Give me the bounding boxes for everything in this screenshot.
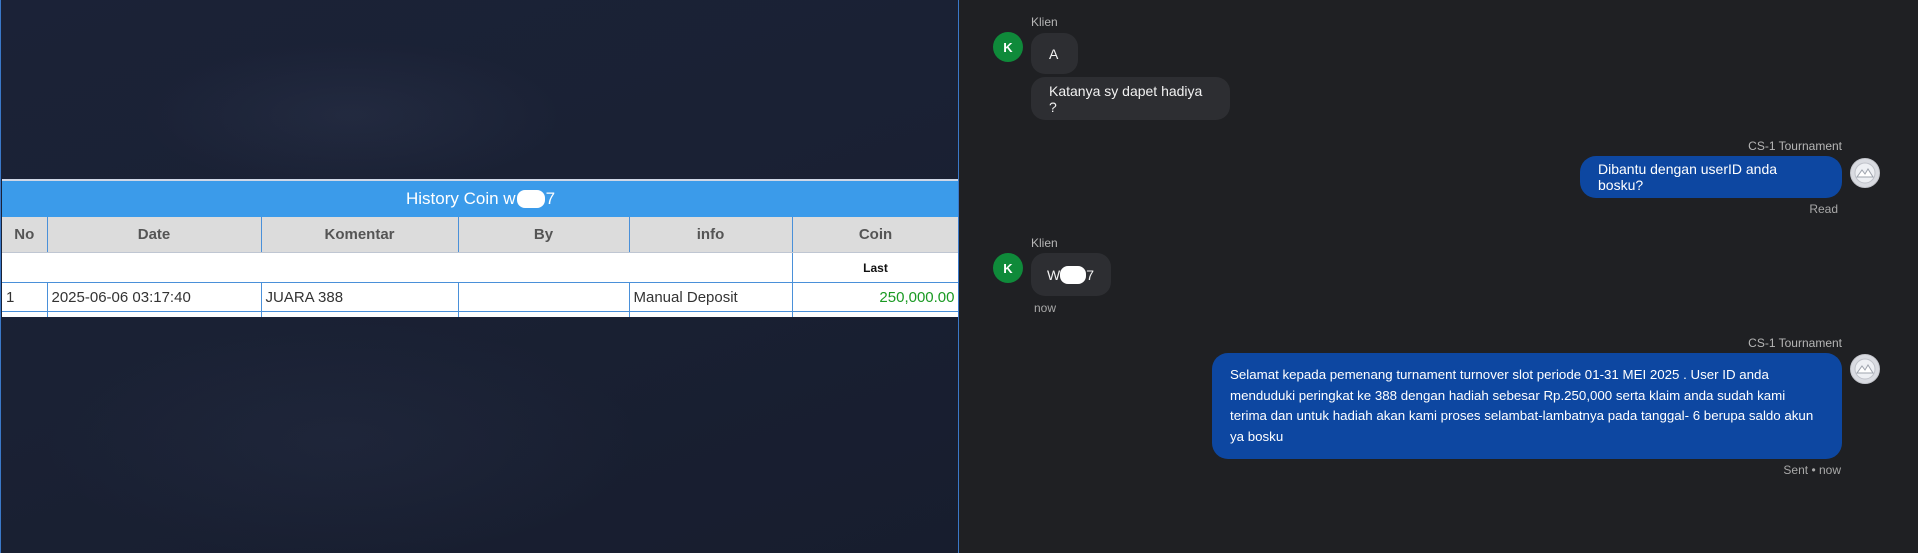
message-status: Read — [1809, 202, 1838, 216]
table-row[interactable]: 1 2025-06-06 03:17:40 JUARA 388 Manual D… — [2, 282, 958, 312]
client-sender-name: Klien — [1031, 15, 1058, 29]
table-row-partial — [2, 311, 958, 317]
chat-message-agent[interactable]: Dibantu dengan userID anda bosku? — [1580, 156, 1842, 198]
client-avatar: K — [993, 253, 1023, 283]
mountain-avatar-icon — [1854, 358, 1876, 380]
redaction-mark — [1060, 265, 1087, 284]
agent-sender-name: CS-1 Tournament — [1748, 336, 1842, 350]
column-header-date[interactable]: Date — [47, 217, 262, 253]
row-date: 2025-06-06 03:17:40 — [47, 282, 262, 312]
history-coin-title-prefix: History Coin w — [405, 189, 516, 208]
background-decoration — [41, 320, 641, 553]
row-komentar: JUARA 388 — [261, 282, 459, 312]
agent-avatar — [1850, 354, 1880, 384]
row-info: Manual Deposit — [629, 282, 793, 312]
message-status: Sent • now — [1783, 463, 1841, 477]
client-sender-name: Klien — [1031, 236, 1058, 250]
history-coin-title-suffix: 7 — [545, 189, 556, 208]
history-coin-panel: History Coin w 7 No Date Komentar By inf… — [2, 179, 958, 317]
column-header-by[interactable]: By — [458, 217, 630, 253]
column-header-komentar[interactable]: Komentar — [261, 217, 459, 253]
history-coin-title: History Coin w 7 — [2, 181, 958, 217]
chat-message-agent-long[interactable]: Selamat kepada pemenang turnament turnov… — [1212, 353, 1842, 459]
column-header-info[interactable]: info — [629, 217, 793, 253]
table-subheader-row: Last — [2, 252, 958, 283]
chat-message-client[interactable]: W7 — [1031, 253, 1111, 296]
background-decoration — [141, 40, 561, 190]
chat-message-client[interactable]: Katanya sy dapet hadiya ? — [1031, 77, 1230, 120]
row-no: 1 — [2, 282, 48, 312]
column-header-coin[interactable]: Coin — [792, 217, 958, 253]
agent-avatar — [1850, 158, 1880, 188]
row-coin: 250,000.00 — [792, 282, 958, 312]
chat-panel: Klien K A Katanya sy dapet hadiya ? CS-1… — [959, 0, 1918, 553]
column-header-no[interactable]: No — [2, 217, 48, 253]
message-time: now — [1034, 301, 1057, 315]
redaction-mark — [516, 190, 545, 208]
mountain-avatar-icon — [1854, 162, 1876, 184]
history-coin-table: No Date Komentar By info Coin Last 1 202… — [2, 217, 958, 317]
row-by — [458, 282, 630, 312]
agent-sender-name: CS-1 Tournament — [1748, 139, 1842, 153]
client-avatar: K — [993, 32, 1023, 62]
history-coin-window: History Coin w 7 No Date Komentar By inf… — [0, 0, 959, 553]
chat-message-client[interactable]: A — [1031, 33, 1078, 74]
coin-subheader-last: Last — [792, 252, 958, 283]
